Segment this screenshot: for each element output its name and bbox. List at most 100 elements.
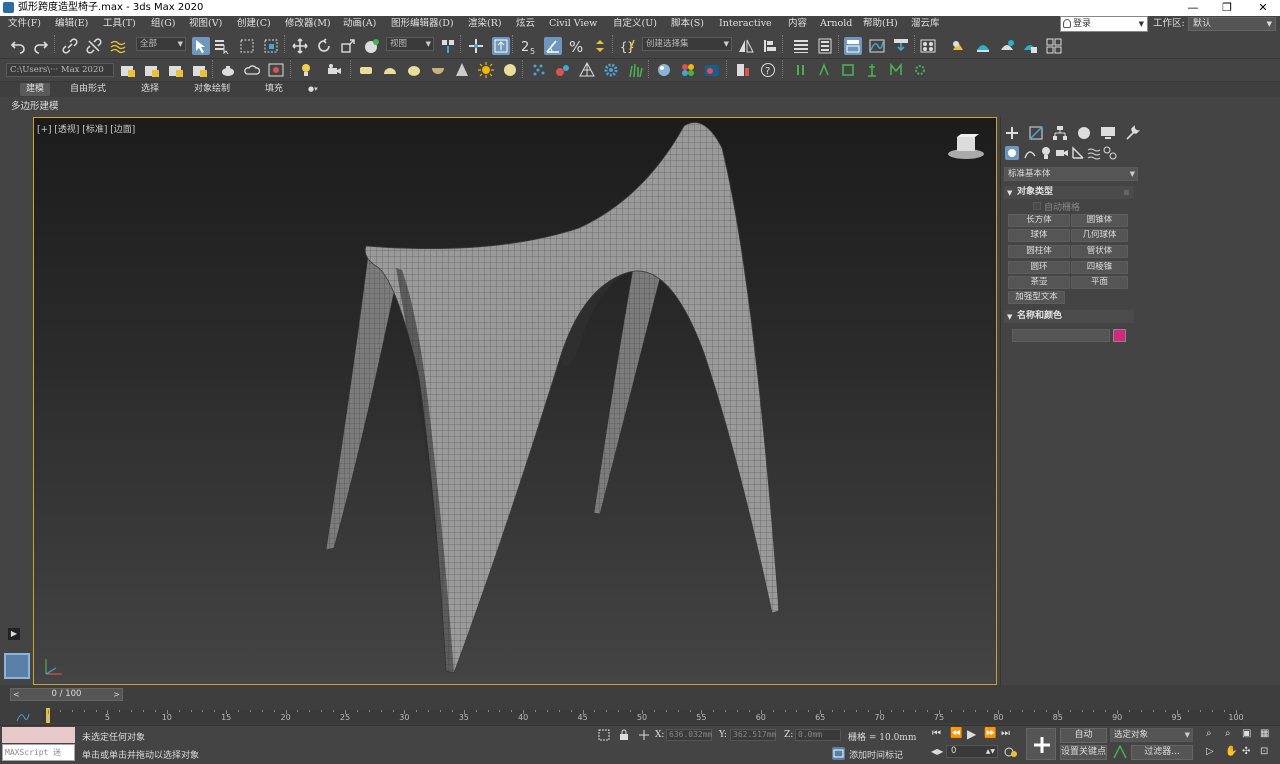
go-to-end-icon[interactable]: ⏭ xyxy=(1001,728,1010,740)
pan-hand-icon[interactable]: ✋ xyxy=(1225,746,1237,758)
space-warps-icon[interactable] xyxy=(1087,146,1101,160)
slider-next-icon[interactable]: > xyxy=(113,689,120,700)
lights-icon[interactable] xyxy=(1039,146,1053,160)
menu-customize[interactable]: 自定义(U) xyxy=(613,16,657,32)
object-type-rollout-header[interactable]: ▼ 对象类型 xyxy=(1004,186,1134,199)
open-project-icon[interactable] xyxy=(144,62,160,78)
key-mode-icon[interactable]: ◀▶ xyxy=(931,746,943,758)
ribbon-tab-populate[interactable]: 填充 xyxy=(259,83,289,96)
sky-icon[interactable] xyxy=(502,62,518,78)
lock-icon[interactable] xyxy=(618,729,630,741)
absolute-mode-icon[interactable] xyxy=(638,729,650,741)
object-color-swatch[interactable] xyxy=(1113,329,1126,342)
menu-graph-editors[interactable]: 图形编辑器(D) xyxy=(391,16,454,32)
utilities-tab-icon[interactable] xyxy=(1124,125,1140,141)
mirror-icon[interactable] xyxy=(738,38,754,54)
maxscript-listener[interactable] xyxy=(2,727,75,743)
particle-icon[interactable] xyxy=(531,62,547,78)
tool-six-icon[interactable] xyxy=(912,62,928,78)
zoom-all-icon[interactable]: ⌕ xyxy=(1225,728,1231,740)
play-icon[interactable]: ▶ xyxy=(967,728,976,740)
help-icon[interactable]: ? xyxy=(760,62,776,78)
menu-civil-view[interactable]: Civil View xyxy=(549,16,597,32)
teapot-icon[interactable] xyxy=(220,62,236,78)
zoom-extents-all-icon[interactable]: ▦ xyxy=(1260,728,1269,740)
menu-modifiers[interactable]: 修改器(M) xyxy=(285,16,331,32)
material-editor-icon[interactable] xyxy=(920,38,936,54)
angle-snap-icon[interactable] xyxy=(544,37,562,55)
ribbon-tab-selection[interactable]: 选择 xyxy=(135,83,165,96)
maximize-viewport-icon[interactable]: ⊡ xyxy=(1260,746,1268,758)
redo-icon[interactable] xyxy=(33,38,49,54)
save-project-icon[interactable] xyxy=(168,62,184,78)
render-frame-icon[interactable] xyxy=(268,62,284,78)
geometry-icon[interactable] xyxy=(1005,146,1019,160)
viewport-layout-tab[interactable] xyxy=(4,653,30,679)
project-settings-icon[interactable] xyxy=(192,62,208,78)
object-name-input[interactable] xyxy=(1012,329,1110,342)
current-frame-spinner[interactable]: 0 ▲▼ xyxy=(946,745,998,758)
key-filters-button[interactable]: 过滤器... xyxy=(1131,745,1193,760)
schematic-view-icon[interactable] xyxy=(893,38,909,54)
torus-button[interactable]: 圆环 xyxy=(1008,261,1070,274)
unlink-icon[interactable] xyxy=(86,38,102,54)
camera-icon[interactable] xyxy=(326,62,342,78)
snaps-toggle-icon[interactable]: 25 xyxy=(520,37,538,55)
tool-five-icon[interactable] xyxy=(888,62,904,78)
time-tag-icon[interactable] xyxy=(832,747,845,760)
menu-edit[interactable]: 编辑(E) xyxy=(55,16,88,32)
key-filters-icon[interactable] xyxy=(1113,745,1127,759)
y-coordinate-input[interactable]: 362.517mm xyxy=(730,729,776,741)
render-vfb-icon[interactable] xyxy=(704,62,720,78)
ribbon-tab-freeform[interactable]: 自由形式 xyxy=(64,83,112,96)
rendered-frame-window-icon[interactable] xyxy=(975,38,991,54)
edit-named-selection-icon[interactable]: {} xyxy=(620,38,636,54)
time-config-icon[interactable] xyxy=(1004,745,1018,759)
perspective-viewport[interactable]: [+] [透视] [标准] [边面] xyxy=(33,117,997,685)
menu-arnold[interactable]: Arnold xyxy=(820,16,852,32)
menu-tools[interactable]: 工具(T) xyxy=(103,16,136,32)
light-lister-icon[interactable] xyxy=(298,62,314,78)
select-and-manipulate-icon[interactable] xyxy=(468,38,484,54)
menu-interactive[interactable]: Interactive xyxy=(719,16,772,32)
bind-space-warp-icon[interactable] xyxy=(110,38,126,54)
go-to-start-icon[interactable]: ⏮ xyxy=(932,728,941,740)
menu-content[interactable]: 内容 xyxy=(788,16,807,32)
select-object-icon[interactable] xyxy=(192,37,210,55)
scene-explorer-icon[interactable] xyxy=(793,38,809,54)
box-button[interactable]: 长方体 xyxy=(1008,214,1070,227)
ribbon-options-icon[interactable]: ●▾ xyxy=(302,83,326,96)
cameras-icon[interactable] xyxy=(1055,146,1069,160)
set-key-button[interactable] xyxy=(1026,728,1056,760)
render-production-icon[interactable] xyxy=(999,38,1015,54)
pyramid-button[interactable]: 四棱锥 xyxy=(1071,261,1128,274)
menu-animation[interactable]: 动画(A) xyxy=(343,16,376,32)
select-by-name-icon[interactable] xyxy=(214,38,230,54)
orbit-icon[interactable]: ✣ xyxy=(1242,746,1250,758)
tool-two-icon[interactable] xyxy=(816,62,832,78)
add-time-tag-label[interactable]: 添加时间标记 xyxy=(849,748,903,761)
cone-button[interactable]: 圆锥体 xyxy=(1071,214,1128,227)
tool-one-icon[interactable] xyxy=(793,62,809,78)
textplus-button[interactable]: 加强型文本 xyxy=(1008,291,1065,304)
tool-three-icon[interactable] xyxy=(840,62,856,78)
geosphere-button[interactable]: 几何球体 xyxy=(1071,229,1128,242)
close-button[interactable]: ✕ xyxy=(1250,0,1276,16)
move-icon[interactable] xyxy=(292,38,308,54)
display-tab-icon[interactable] xyxy=(1100,125,1116,141)
cylinder-button[interactable]: 圆柱体 xyxy=(1008,245,1070,258)
dome-icon[interactable] xyxy=(406,62,422,78)
motion-tab-icon[interactable] xyxy=(1076,125,1092,141)
cone-icon[interactable] xyxy=(454,62,470,78)
render-setup-icon[interactable] xyxy=(950,38,966,54)
zoom-extents-icon[interactable]: ▣ xyxy=(1242,728,1251,740)
link-icon[interactable] xyxy=(62,38,78,54)
cloud-icon[interactable] xyxy=(244,62,260,78)
maxscript-input[interactable]: MAXScript 迷 xyxy=(2,744,75,761)
menu-liuyunku[interactable]: 溜云库 xyxy=(911,16,940,32)
scale-icon[interactable] xyxy=(340,38,356,54)
sun-icon[interactable] xyxy=(478,62,494,78)
minimize-button[interactable]: — xyxy=(1180,0,1206,16)
login-dropdown[interactable]: 登录 ▼ xyxy=(1060,16,1148,32)
percent-snap-icon[interactable]: % xyxy=(568,38,584,54)
